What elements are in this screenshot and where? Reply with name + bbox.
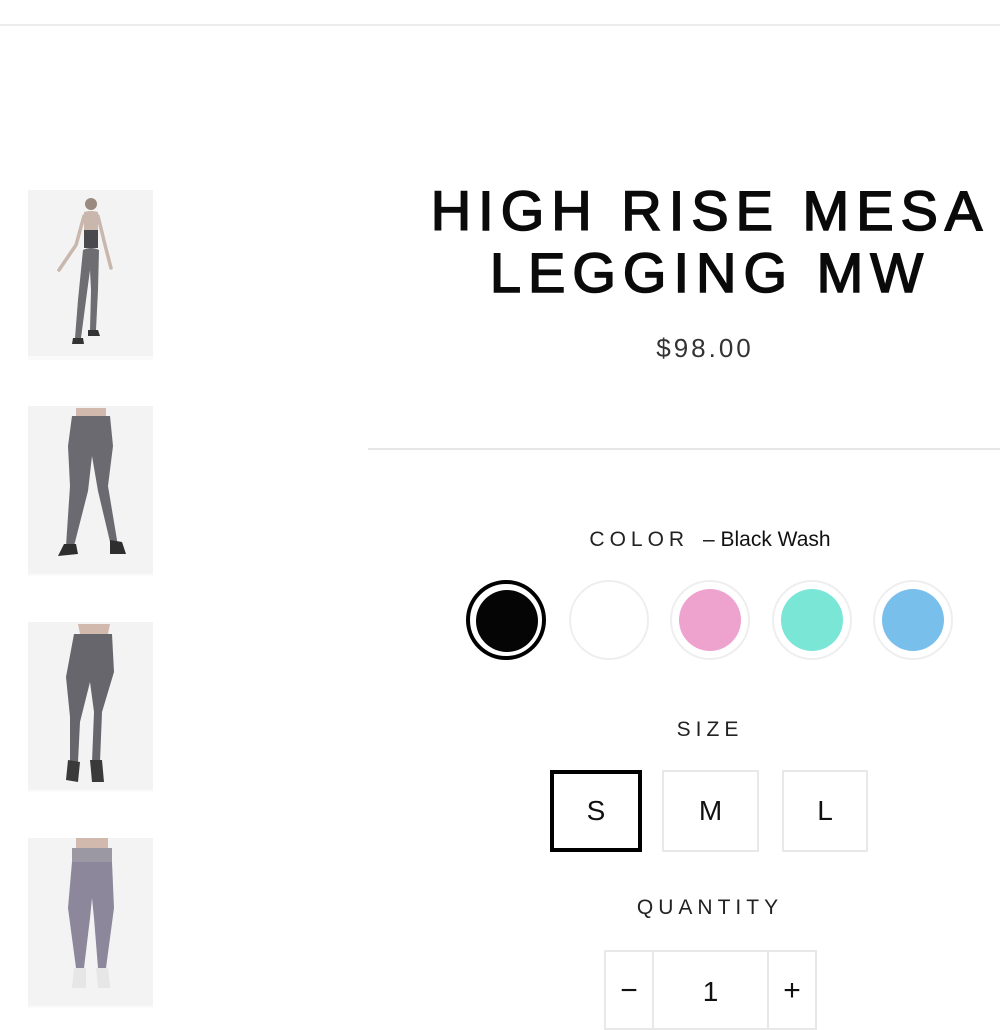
color-swatch-pink[interactable]: [670, 580, 750, 660]
thumbnail-1[interactable]: [28, 190, 153, 360]
product-photo-legs-front: [28, 406, 153, 576]
product-price: $98.00: [656, 333, 754, 363]
product-title-line-2: LEGGING MW: [489, 241, 931, 305]
product-photo-full-body: [28, 190, 153, 360]
swatch-fill: [781, 589, 843, 651]
swatch-fill: [476, 590, 538, 652]
section-divider: [368, 448, 1000, 450]
quantity-decrement-button[interactable]: −: [606, 952, 654, 1028]
quantity-stepper: − 1 +: [604, 950, 817, 1030]
size-option-s[interactable]: S: [550, 770, 642, 852]
thumbnail-2[interactable]: [28, 406, 153, 576]
quantity-label: QUANTITY: [636, 896, 784, 919]
color-swatch-black-wash[interactable]: [466, 580, 546, 660]
color-heading: COLOR – Black Wash: [520, 528, 900, 552]
color-label: COLOR: [589, 528, 690, 551]
swatch-fill: [578, 589, 640, 651]
product-title-line-1: HIGH RISE MESA: [430, 179, 990, 243]
thumbnail-4[interactable]: [28, 838, 153, 1008]
product-photo-legs-side: [28, 622, 153, 792]
size-label: SIZE: [676, 718, 744, 741]
selected-color-name: Black Wash: [720, 528, 831, 551]
product-photo-legs-back: [28, 838, 153, 1008]
color-swatch-white[interactable]: [569, 580, 649, 660]
size-option-m[interactable]: M: [662, 770, 759, 852]
swatch-fill: [679, 589, 741, 651]
header-divider: [0, 24, 1000, 26]
thumbnail-3[interactable]: [28, 622, 153, 792]
quantity-input[interactable]: 1: [654, 952, 767, 1028]
color-swatch-blue[interactable]: [873, 580, 953, 660]
quantity-increment-button[interactable]: +: [767, 952, 815, 1028]
color-swatch-mint[interactable]: [772, 580, 852, 660]
color-separator: –: [702, 528, 715, 551]
product-title: HIGH RISE MESA LEGGING MW: [380, 179, 1000, 305]
swatch-fill: [882, 589, 944, 651]
size-option-l[interactable]: L: [782, 770, 868, 852]
